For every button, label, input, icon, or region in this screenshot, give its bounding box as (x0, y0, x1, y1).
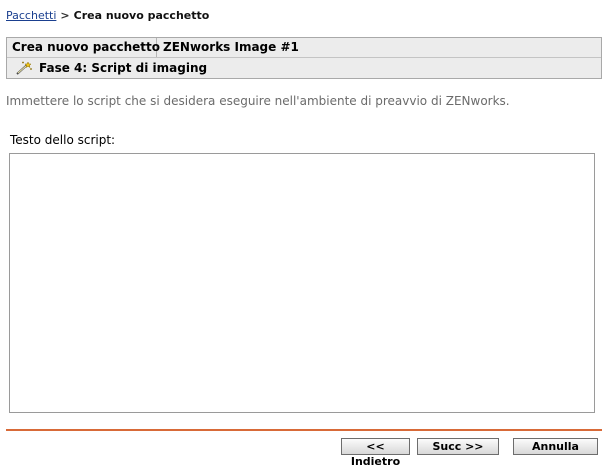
script-label: Testo dello script: (10, 133, 116, 147)
step-row: Fase 4: Script di imaging (7, 58, 601, 78)
breadcrumb-separator: > (60, 9, 70, 22)
divider (6, 429, 602, 431)
next-button[interactable]: Succ >> (417, 438, 499, 455)
breadcrumb-link-pacchetti[interactable]: Pacchetti (6, 9, 56, 22)
breadcrumb-current: Crea nuovo pacchetto (73, 9, 210, 22)
wand-icon (15, 61, 33, 75)
breadcrumb: Pacchetti > Crea nuovo pacchetto (6, 9, 209, 22)
header-label: Crea nuovo pacchetto (7, 38, 160, 57)
cancel-button[interactable]: Annulla (513, 438, 598, 455)
bundle-name: ZENworks Image #1 (163, 40, 299, 54)
back-button[interactable]: << Indietro (341, 438, 410, 468)
script-textarea[interactable] (9, 153, 595, 413)
header-row: Crea nuovo pacchetto ZENworks Image #1 (7, 38, 601, 58)
wizard-header: Crea nuovo pacchetto ZENworks Image #1 F… (6, 37, 602, 79)
step-title: Fase 4: Script di imaging (39, 60, 208, 75)
instructions-text: Immettere lo script che si desidera eseg… (6, 94, 510, 108)
